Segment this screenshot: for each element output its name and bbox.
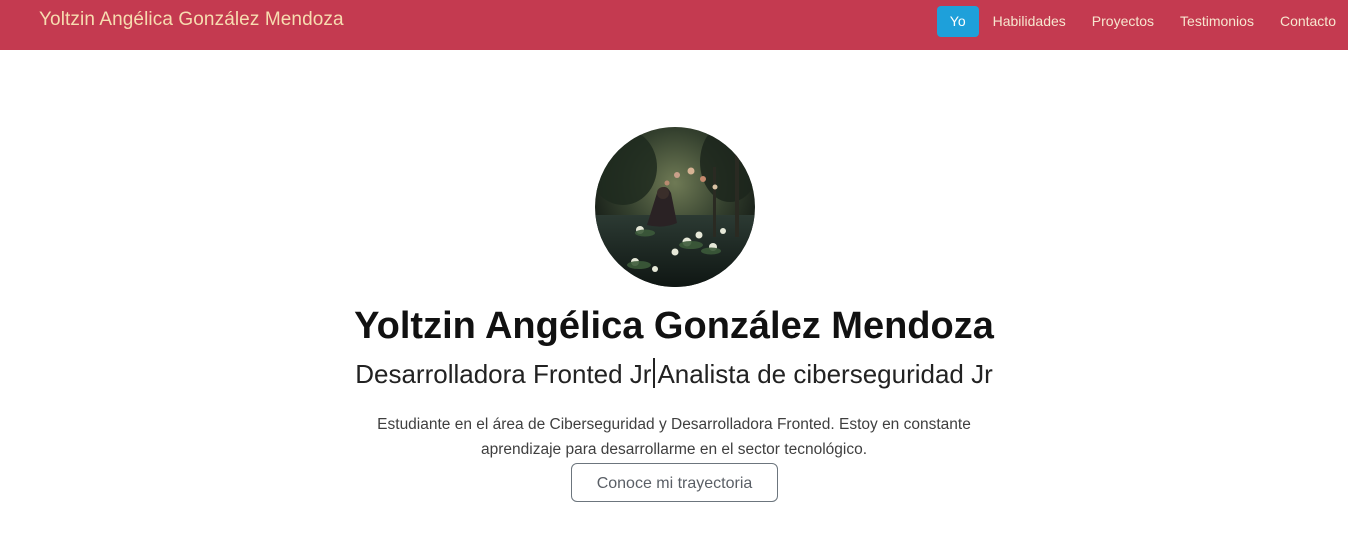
trajectory-button[interactable]: Conoce mi trayectoria — [571, 463, 778, 502]
nav-links: Yo Habilidades Proyectos Testimonios Con… — [935, 6, 1348, 37]
nav-link-yo[interactable]: Yo — [936, 6, 979, 37]
nav-link-proyectos[interactable]: Proyectos — [1080, 6, 1166, 37]
subtitle-role-developer: Desarrolladora Fronted Jr — [355, 359, 652, 389]
subtitle-role-security: Analista de ciberseguridad Jr — [657, 359, 993, 389]
hero-name: Yoltzin Angélica González Mendoza — [354, 305, 994, 347]
nav-link-habilidades[interactable]: Habilidades — [981, 6, 1078, 37]
profile-avatar — [595, 127, 755, 287]
nav-link-testimonios[interactable]: Testimonios — [1168, 6, 1266, 37]
hero-subtitle: Desarrolladora Fronted Jr Analista de cib… — [0, 358, 1348, 390]
nav-link-contacto[interactable]: Contacto — [1268, 6, 1348, 37]
hero-description: Estudiante en el área de Ciberseguridad … — [377, 415, 971, 458]
navbar: Yoltzin Angélica González Mendoza Yo Hab… — [0, 0, 1348, 50]
profile-painting-image — [595, 127, 755, 287]
subtitle-separator — [653, 358, 656, 388]
brand-link[interactable]: Yoltzin Angélica González Mendoza — [39, 9, 344, 31]
